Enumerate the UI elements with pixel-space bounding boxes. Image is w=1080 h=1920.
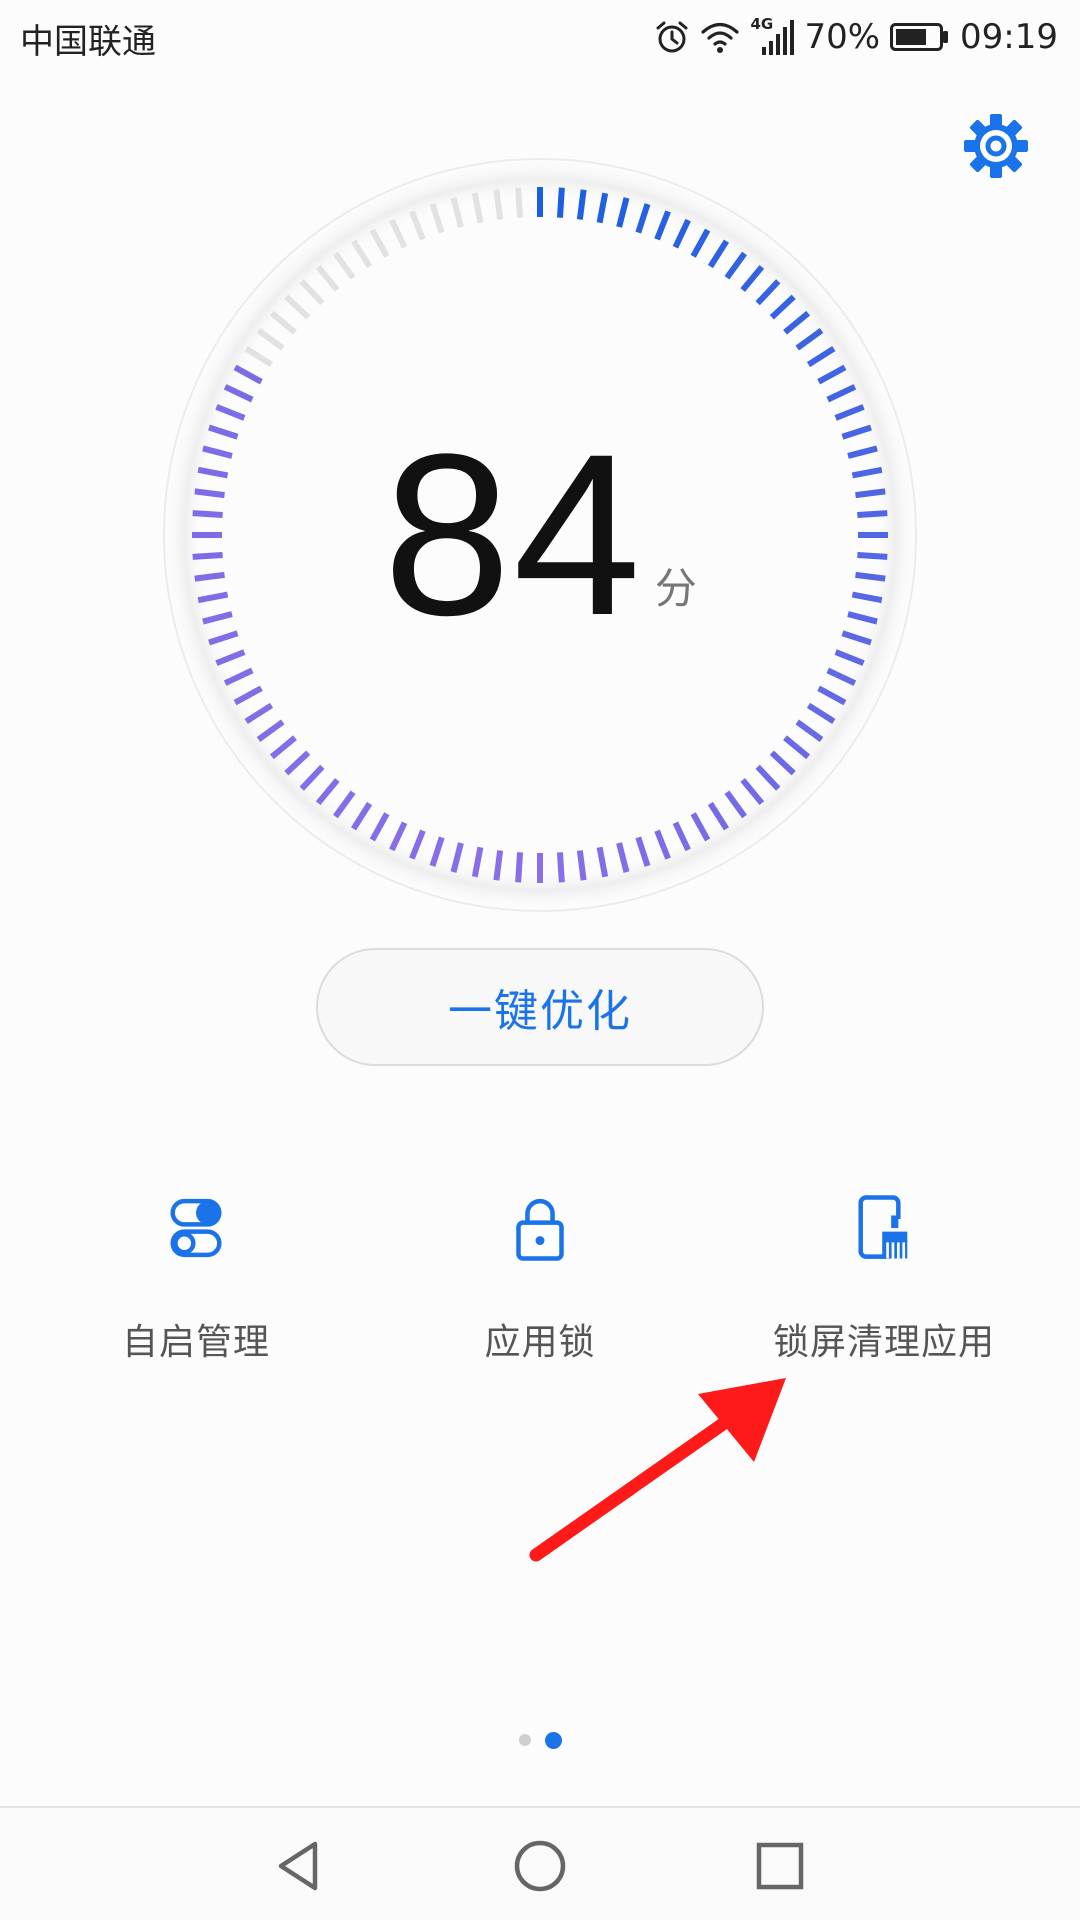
navigation-bar: [0, 1806, 1080, 1920]
alarm-icon: [656, 21, 688, 53]
dial-tick: [576, 850, 587, 881]
score-value: 84: [383, 406, 643, 663]
clock: 09:19: [960, 17, 1058, 57]
signal-indicator: 4G: [750, 15, 795, 57]
page-dot-active[interactable]: [544, 1731, 562, 1749]
page-dot[interactable]: [518, 1734, 531, 1746]
wifi-icon: [701, 22, 740, 53]
feature-lockscreen-clean[interactable]: 锁屏清理应用: [714, 1185, 1054, 1365]
status-bar: 中国联通 4G 70% 09:19: [0, 0, 1080, 75]
dial-tick: [493, 189, 504, 220]
toggle-switch-icon: [170, 1198, 222, 1258]
status-icons: 4G 70% 09:19: [654, 12, 1058, 62]
carrier-name: 中国联通: [20, 22, 156, 62]
dial-tick: [515, 852, 524, 883]
back-icon[interactable]: [270, 1836, 330, 1896]
padlock-icon: [516, 1198, 564, 1261]
settings-gear-icon[interactable]: [962, 112, 1030, 180]
battery-icon: [890, 23, 949, 51]
one-click-optimize-button[interactable]: 一键优化: [316, 948, 764, 1066]
signal-bars-icon: [762, 20, 795, 55]
dial-tick: [556, 187, 565, 218]
feature-startup-manager[interactable]: 自启管理: [26, 1185, 366, 1365]
red-arrow-annotation: [529, 1378, 786, 1562]
feature-app-lock[interactable]: 应用锁: [370, 1185, 710, 1365]
score-unit: 分: [654, 564, 697, 613]
battery-percent: 70%: [804, 17, 881, 57]
score-display: 84 分: [160, 420, 920, 650]
feature-label: 自启管理: [121, 1322, 270, 1363]
dial-tick: [493, 850, 504, 881]
dial-tick: [515, 187, 524, 218]
dial-tick: [556, 852, 565, 883]
page-indicator: [0, 1730, 1080, 1750]
dial-tick: [576, 189, 587, 220]
phone-broom-icon: [858, 1195, 908, 1259]
phone-manager-screen: 中国联通 4G 70% 09:19 84 分 一键优化 自启管理 应用锁 锁屏清…: [0, 0, 1080, 1920]
recents-icon[interactable]: [750, 1836, 810, 1896]
home-icon[interactable]: [510, 1836, 570, 1896]
